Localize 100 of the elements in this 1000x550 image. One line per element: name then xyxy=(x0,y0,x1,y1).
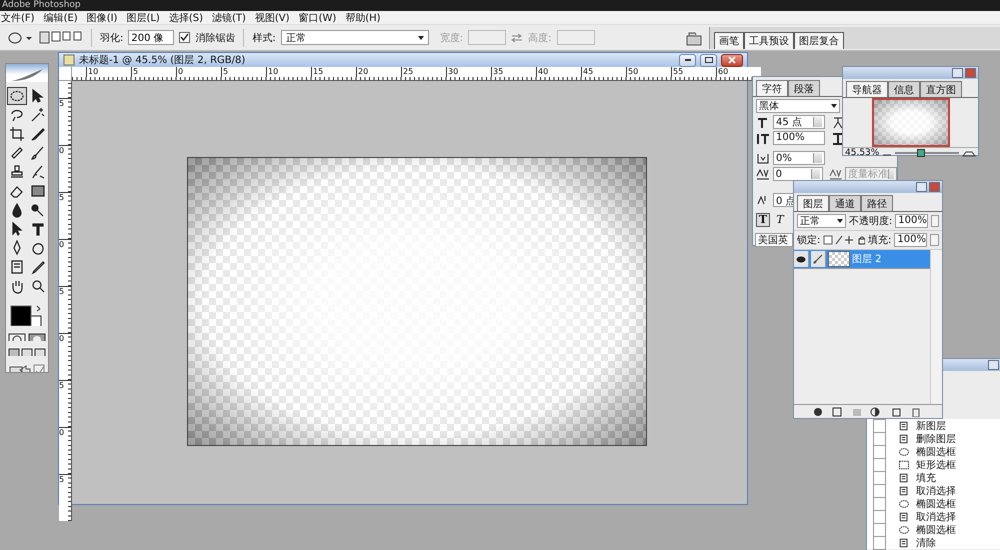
close-icon xyxy=(728,56,736,64)
ruler-label: 35 xyxy=(491,67,536,77)
ruler-label: 5 xyxy=(59,380,71,427)
tsume-icon xyxy=(756,152,770,164)
history-item[interactable]: 椭圆选框 xyxy=(867,523,1000,536)
language-dropdown[interactable]: 美国英 xyxy=(755,233,793,247)
scale-icon xyxy=(756,132,770,144)
ruler-label: 0 xyxy=(59,145,71,192)
history-item[interactable]: 填充 xyxy=(867,471,1000,484)
eye-icon[interactable] xyxy=(796,256,806,262)
panel-tab[interactable]: 字符 xyxy=(756,80,788,96)
fill-arrow-button[interactable] xyxy=(930,234,939,246)
history-item[interactable]: 椭圆选框 xyxy=(867,497,1000,510)
maximize-button[interactable] xyxy=(700,54,717,66)
document-title: 未标题-1 @ 45.5% (图层 2, RGB/8) xyxy=(79,54,246,67)
menu-item[interactable]: 图层(L) xyxy=(126,10,160,24)
ruler-label: 40 xyxy=(536,67,581,77)
scrollbar[interactable] xyxy=(930,250,942,404)
menu-item[interactable]: 视图(V) xyxy=(254,10,290,24)
tracking-icon xyxy=(756,168,770,180)
ruler-label: 0 xyxy=(59,239,71,286)
close-button[interactable] xyxy=(721,54,743,66)
palette-tab[interactable]: 画笔 xyxy=(714,32,744,48)
ruler-label: 45 xyxy=(581,67,626,77)
panel-tab[interactable]: 路径 xyxy=(861,195,893,211)
type-style-button[interactable]: T xyxy=(756,213,770,227)
ellipse-marquee-icon[interactable] xyxy=(7,86,27,105)
brush-icon xyxy=(813,254,823,264)
quick-mask-icons[interactable] xyxy=(8,332,46,342)
minimize-button[interactable] xyxy=(679,54,696,66)
ruler-label: 15 xyxy=(311,67,356,77)
width-label: 宽度: xyxy=(440,32,464,44)
scale-field[interactable]: 100% xyxy=(773,131,825,145)
panel-tab[interactable]: 直方图 xyxy=(920,81,962,97)
collapse-button[interactable] xyxy=(916,182,927,192)
crop-icon[interactable] xyxy=(7,124,27,143)
rectangle-marquee-icon xyxy=(897,458,911,470)
swap-icon[interactable] xyxy=(511,32,524,42)
history-item[interactable]: 矩形选框 xyxy=(867,458,1000,471)
palette-tab[interactable]: 图层复合 xyxy=(794,32,844,48)
menu-item[interactable]: 图像(I) xyxy=(86,10,118,24)
slider-thumb[interactable] xyxy=(916,149,925,157)
screen-mode-icons[interactable] xyxy=(8,348,46,356)
opacity-field[interactable]: 100% xyxy=(895,214,928,228)
height-label: 高度: xyxy=(528,32,552,44)
style-dropdown[interactable]: 正常 xyxy=(280,30,429,45)
blend-mode-dropdown[interactable]: 正常 xyxy=(797,214,846,228)
jump-to-icon[interactable] xyxy=(8,363,46,372)
style-label: 样式: xyxy=(252,32,276,44)
panel-tab[interactable]: 信息 xyxy=(888,81,920,97)
ruler-label: 5 xyxy=(59,192,71,239)
ruler-label: 10 xyxy=(266,67,311,77)
fill-field[interactable]: 100% xyxy=(894,233,928,247)
menu-item[interactable]: 滤镜(T) xyxy=(212,10,246,24)
history-item[interactable]: 删除图层 xyxy=(867,432,1000,445)
font-dropdown[interactable]: 黑体 xyxy=(756,99,840,113)
ruler-label: 0 xyxy=(59,333,71,380)
ellipse-marquee-icon xyxy=(897,524,911,536)
zoom-field[interactable]: 45.53% xyxy=(845,148,879,158)
panel-tab[interactable]: 图层 xyxy=(797,195,829,211)
history-item[interactable]: 取消选择 xyxy=(867,484,1000,497)
ruler-label: 5 xyxy=(59,474,71,521)
panel-tab[interactable]: 段落 xyxy=(788,80,820,96)
collapse-button[interactable] xyxy=(952,68,963,78)
history-item[interactable]: 取消选择 xyxy=(867,510,1000,523)
type-style-button[interactable]: T xyxy=(773,213,787,227)
ellipse-marquee-icon xyxy=(897,498,911,510)
ruler-label: 50 xyxy=(626,67,671,77)
tsume-dropdown[interactable]: 0% xyxy=(773,151,825,165)
font-size-dropdown[interactable]: 45 点 xyxy=(773,115,825,129)
ellipse-tool-icon[interactable] xyxy=(8,30,34,44)
scale-icon xyxy=(832,132,844,144)
width-field[interactable] xyxy=(468,30,506,45)
menu-item[interactable]: 窗口(W) xyxy=(298,10,336,24)
history-item[interactable]: 清除 xyxy=(867,536,1000,549)
collapse-button[interactable] xyxy=(988,360,999,370)
document-icon xyxy=(63,54,75,66)
panel-tab[interactable]: 导航器 xyxy=(846,81,888,97)
ruler-label: 25 xyxy=(401,67,446,77)
panel-tab[interactable]: 通道 xyxy=(829,195,861,211)
feather-field[interactable]: 200 像 xyxy=(128,30,174,45)
selection-mode-icons[interactable] xyxy=(39,30,83,46)
height-field[interactable] xyxy=(556,30,594,45)
tracking-dropdown[interactable]: 0 xyxy=(772,167,824,181)
ellipse-marquee-icon xyxy=(897,446,911,458)
history-item[interactable]: 椭圆选框 xyxy=(867,445,1000,458)
opacity-arrow-button[interactable] xyxy=(931,215,939,227)
ruler-label: 55 xyxy=(671,67,716,77)
checkbox[interactable] xyxy=(179,32,190,43)
menu-item[interactable]: 帮助(H) xyxy=(345,10,381,24)
menu-item[interactable]: 编辑(E) xyxy=(44,10,78,24)
ruler-label: 5 xyxy=(221,67,266,77)
app-title: Adobe Photoshop xyxy=(0,0,1000,11)
menu-item[interactable]: 文件(F) xyxy=(1,10,35,24)
feather-label: 羽化: xyxy=(100,32,124,44)
file-browser-icon[interactable] xyxy=(686,30,704,46)
zoom-in-icon[interactable] xyxy=(962,149,976,157)
lock-icons[interactable] xyxy=(823,235,865,245)
menu-item[interactable]: 选择(S) xyxy=(168,10,203,24)
palette-tab[interactable]: 工具预设 xyxy=(744,32,794,48)
